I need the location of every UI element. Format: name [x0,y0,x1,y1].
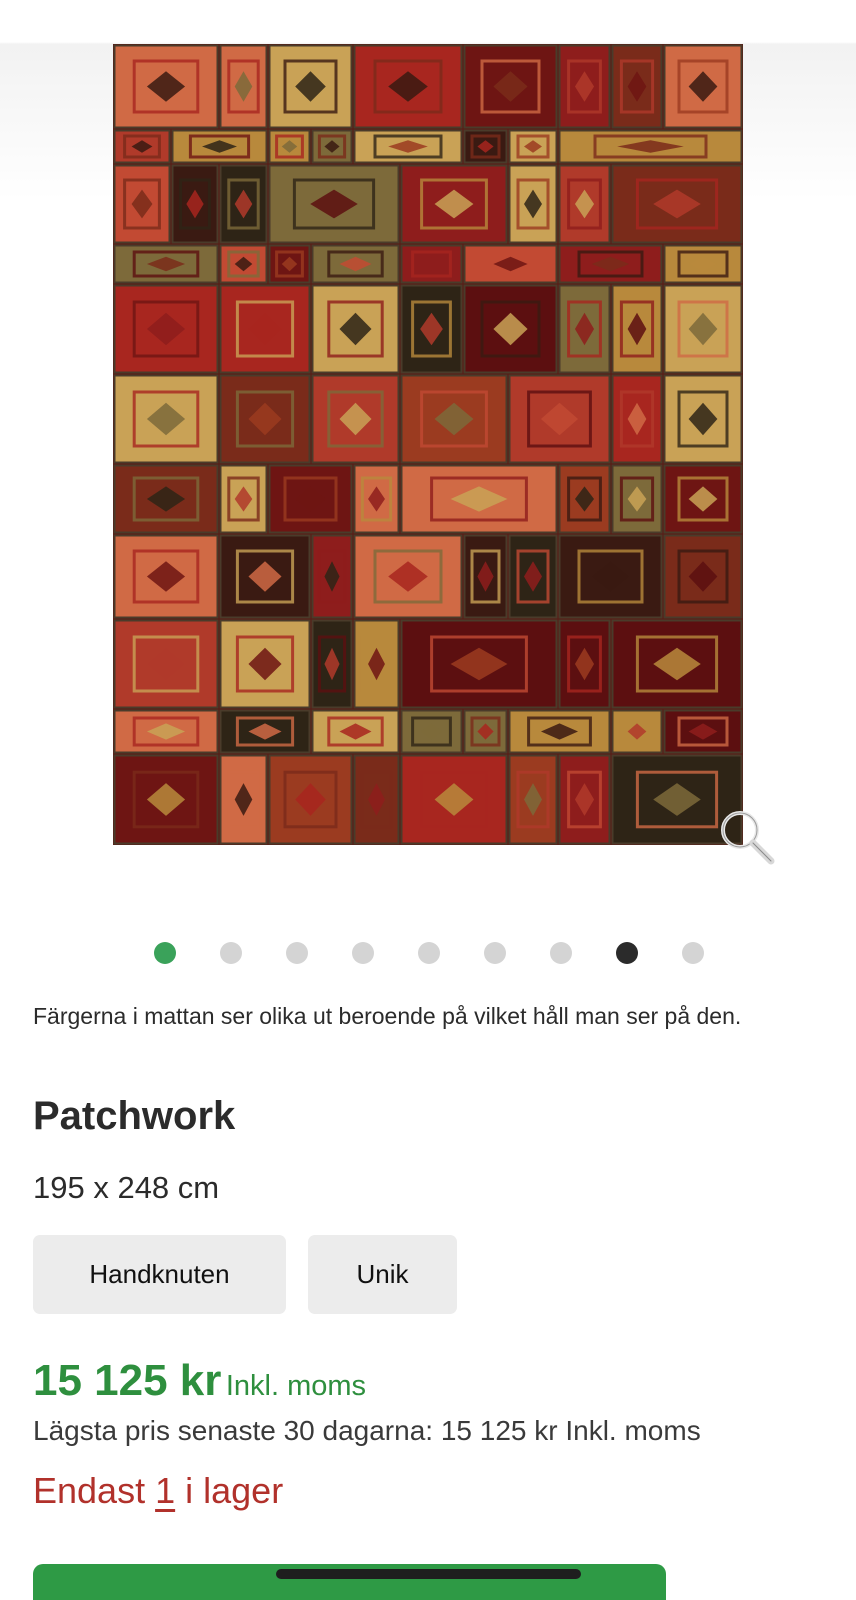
home-indicator [276,1569,581,1579]
stock-suffix: i lager [185,1470,284,1511]
stock-status: Endast 1 i lager [33,1470,283,1512]
gallery-dot[interactable] [682,942,704,964]
gallery-dot[interactable] [286,942,308,964]
product-title: Patchwork [33,1094,236,1138]
lowest-price-note: Lägsta pris senaste 30 dagarna: 15 125 k… [33,1415,701,1446]
gallery-dot[interactable] [352,942,374,964]
product-size: 195 x 248 cm [33,1170,220,1205]
tag-unik[interactable]: Unik [308,1235,457,1314]
stock-prefix: Endast [33,1470,146,1511]
rug-image[interactable] [113,44,743,845]
stock-quantity: 1 [155,1470,176,1511]
product-description: Färgerna i mattan ser olika ut beroende … [33,1003,742,1029]
zoom-magnifier-icon[interactable] [718,808,776,866]
product-image[interactable] [113,44,743,845]
gallery-pagination [0,942,856,964]
gallery-dot[interactable] [616,942,638,964]
gallery-dot[interactable] [220,942,242,964]
gallery-dot[interactable] [154,942,176,964]
tag-handknuten[interactable]: Handknuten [33,1235,286,1314]
gallery-dot[interactable] [550,942,572,964]
gallery-dot[interactable] [484,942,506,964]
price-vat-label: Inkl. moms [225,1370,367,1402]
price-amount: 15 125 kr [33,1356,222,1405]
gallery-dot[interactable] [418,942,440,964]
price: 15 125 kr Inkl. moms [33,1356,366,1406]
